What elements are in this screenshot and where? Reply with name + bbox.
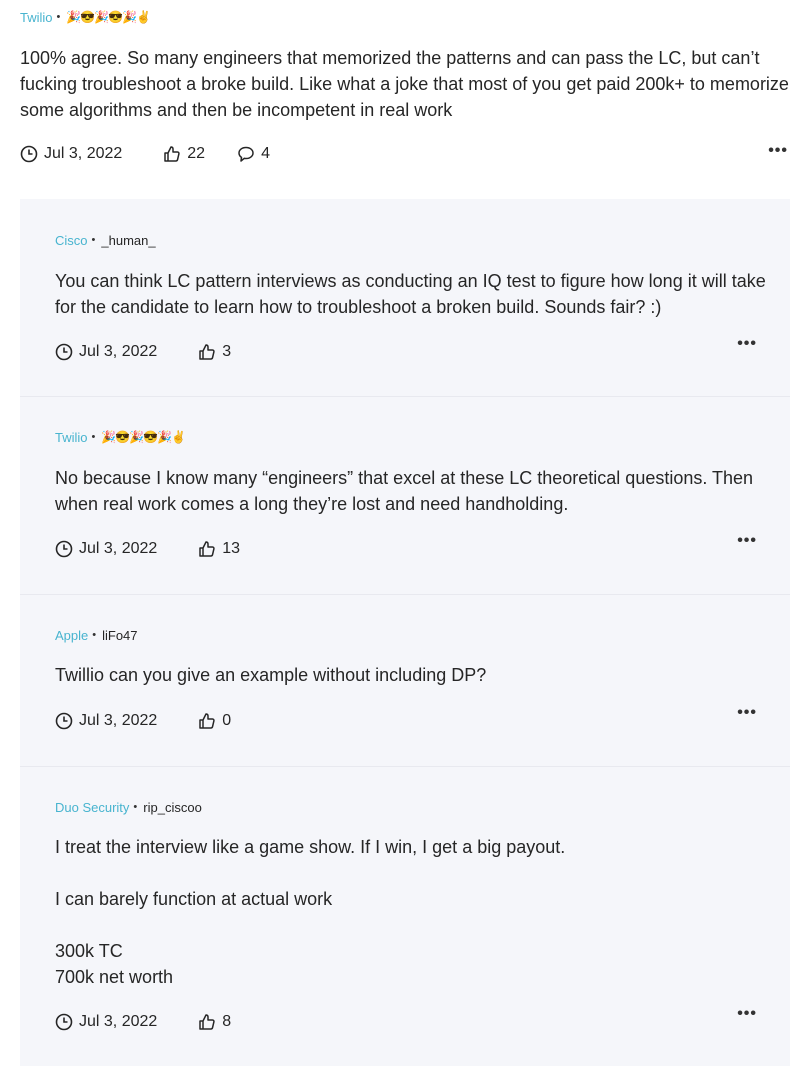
reply-item: Duo Security • rip_ciscoo I treat the in… — [20, 767, 790, 1066]
thumbs-up-icon — [199, 344, 215, 360]
company-link[interactable]: Duo Security — [55, 800, 129, 815]
reply-meta: Cisco • _human_ — [55, 230, 156, 250]
thumbs-up-icon — [199, 541, 215, 557]
separator: • — [91, 431, 96, 443]
reply-actions: Jul 3, 2022 3 ••• — [55, 335, 756, 364]
clock-icon — [55, 712, 73, 730]
separator: • — [91, 234, 96, 246]
post-actions: Jul 3, 2022 22 4 ••• — [20, 142, 790, 166]
like-button[interactable]: 0 — [198, 712, 231, 730]
like-count: 22 — [187, 145, 206, 162]
like-button[interactable]: 13 — [198, 540, 240, 558]
company-link[interactable]: Twilio — [55, 430, 88, 445]
like-count: 8 — [222, 1013, 232, 1030]
company-link[interactable]: Cisco — [55, 233, 88, 248]
more-options-button[interactable]: ••• — [737, 335, 757, 353]
company-link[interactable]: Twilio — [20, 10, 53, 25]
comment-count: 4 — [261, 145, 270, 162]
reply-meta: Apple • liFo47 — [55, 625, 138, 645]
clock-icon — [20, 145, 38, 163]
reply-meta: Twilio • 🎉😎🎉😎🎉✌️ — [55, 427, 186, 447]
post-date: Jul 3, 2022 — [20, 145, 122, 163]
like-button[interactable]: 8 — [198, 1013, 231, 1031]
more-options-button[interactable]: ••• — [737, 1005, 757, 1023]
clock-icon — [55, 540, 73, 558]
reply-date: Jul 3, 2022 — [55, 712, 157, 730]
date-text: Jul 3, 2022 — [79, 540, 158, 557]
separator: • — [92, 629, 97, 641]
separator: • — [133, 801, 138, 813]
author-name[interactable]: rip_ciscoo — [143, 800, 202, 815]
reply-item: Apple • liFo47 Twillio can you give an e… — [20, 595, 790, 767]
reply-body: No because I know many “engineers” that … — [55, 468, 759, 514]
reply-actions: Jul 3, 2022 13 ••• — [55, 532, 756, 561]
reply-meta: Duo Security • rip_ciscoo — [55, 797, 202, 817]
thumbs-up-icon — [199, 713, 215, 729]
reply-actions: Jul 3, 2022 8 ••• — [55, 1005, 756, 1034]
reply-body: Twillio can you give an example without … — [55, 665, 487, 685]
author-name[interactable]: _human_ — [101, 233, 155, 248]
thumbs-up-icon — [199, 1014, 215, 1030]
reply-date: Jul 3, 2022 — [55, 540, 157, 558]
reply-actions: Jul 3, 2022 0 ••• — [55, 704, 756, 733]
reply-item: Cisco • _human_ You can think LC pattern… — [20, 199, 790, 397]
company-link[interactable]: Apple — [55, 628, 88, 643]
like-button[interactable]: 22 — [163, 145, 205, 163]
more-options-button[interactable]: ••• — [737, 704, 757, 722]
like-button[interactable]: 3 — [198, 343, 231, 361]
reply-date: Jul 3, 2022 — [55, 1013, 157, 1031]
date-text: Jul 3, 2022 — [79, 712, 158, 729]
author-name[interactable]: 🎉😎🎉😎🎉✌️ — [66, 10, 151, 24]
like-count: 13 — [222, 540, 241, 557]
reply-item: Twilio • 🎉😎🎉😎🎉✌️ No because I know many … — [20, 397, 790, 595]
reply-body: You can think LC pattern interviews as c… — [55, 271, 771, 317]
comment-button[interactable]: 4 — [237, 145, 270, 163]
more-options-button[interactable]: ••• — [768, 142, 788, 160]
like-count: 0 — [222, 712, 232, 729]
like-count: 3 — [222, 343, 232, 360]
replies-panel: Cisco • _human_ You can think LC pattern… — [20, 199, 790, 1066]
clock-icon — [55, 343, 73, 361]
post-body: 100% agree. So many engineers that memor… — [20, 48, 794, 120]
more-options-button[interactable]: ••• — [737, 532, 757, 550]
author-name[interactable]: 🎉😎🎉😎🎉✌️ — [101, 430, 186, 444]
thumbs-up-icon — [164, 146, 180, 162]
comment-icon — [238, 146, 254, 162]
reply-date: Jul 3, 2022 — [55, 343, 157, 361]
reply-body: I treat the interview like a game show. … — [55, 837, 566, 987]
post-meta: Twilio • 🎉😎🎉😎🎉✌️ — [20, 7, 151, 27]
date-text: Jul 3, 2022 — [79, 1013, 158, 1030]
date-text: Jul 3, 2022 — [79, 343, 158, 360]
author-name[interactable]: liFo47 — [102, 628, 137, 643]
separator: • — [56, 11, 61, 23]
date-text: Jul 3, 2022 — [44, 145, 123, 162]
clock-icon — [55, 1013, 73, 1031]
